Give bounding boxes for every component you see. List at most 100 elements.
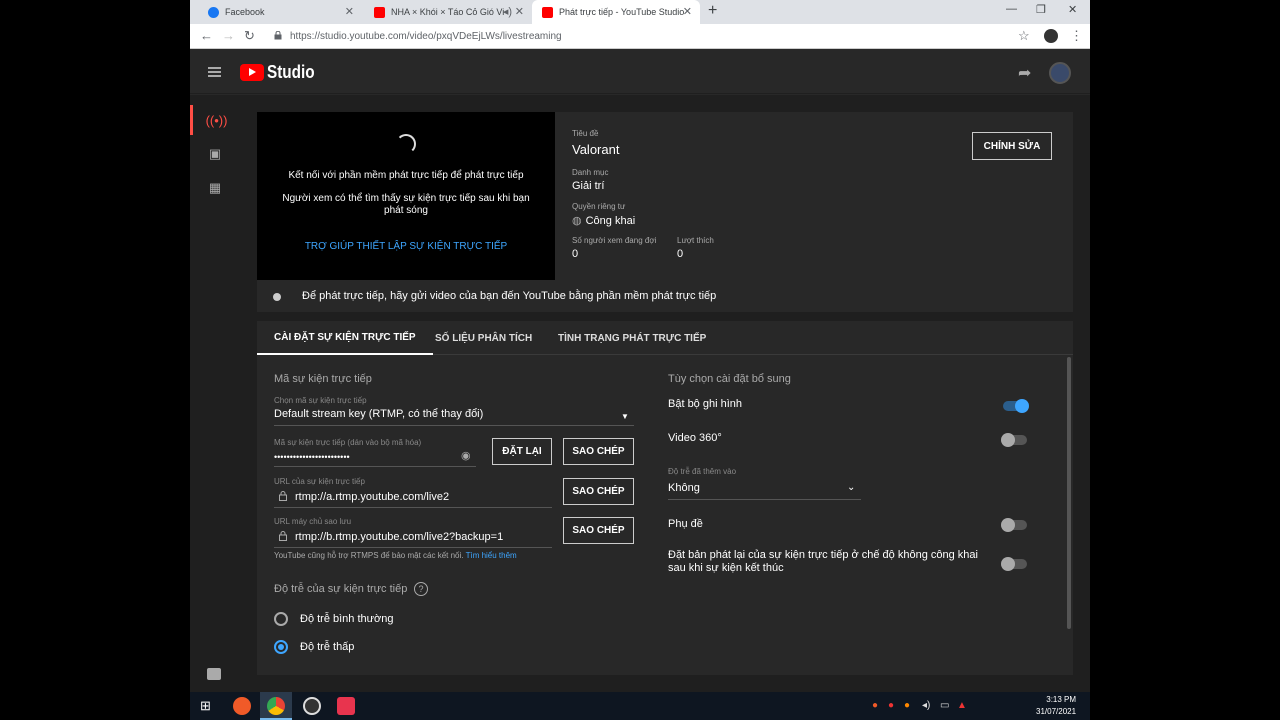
youtube-icon bbox=[374, 6, 385, 18]
browser-menu-icon[interactable]: ⋮ bbox=[1070, 28, 1083, 44]
new-tab-icon[interactable]: + bbox=[708, 2, 717, 20]
tab-stream-settings[interactable]: CÀI ĐẶT SỰ KIỆN TRỰC TIẾP bbox=[257, 321, 433, 355]
stream-url-input[interactable]: rtmp://a.rtmp.youtube.com/live2 bbox=[295, 491, 449, 503]
browser-tab-facebook[interactable]: Facebook ✕ bbox=[198, 0, 362, 24]
avatar[interactable] bbox=[1049, 62, 1071, 84]
copy-url-button[interactable]: SAO CHÉP bbox=[563, 478, 634, 505]
privacy-label: Quyền riêng tư bbox=[572, 202, 626, 211]
app-icon[interactable] bbox=[337, 697, 355, 715]
toggle-knob bbox=[1001, 557, 1015, 571]
studio-title: Studio bbox=[267, 62, 315, 82]
restore-icon[interactable]: ❐ bbox=[1036, 3, 1046, 16]
calendar-icon[interactable]: ▦ bbox=[190, 173, 240, 203]
help-icon[interactable]: ? bbox=[414, 582, 428, 596]
setup-help-link[interactable]: TRỢ GIÚP THIẾT LẬP SỰ KIỆN TRỰC TIẾP bbox=[257, 241, 555, 252]
stream-overview-card: Kết nối với phần mềm phát trực tiếp để p… bbox=[257, 112, 1073, 312]
normal-latency-label: Độ trễ bình thường bbox=[300, 613, 394, 625]
tab-analytics[interactable]: SỐ LIỆU PHÂN TÍCH bbox=[418, 321, 549, 355]
tray-app-icon[interactable]: ● bbox=[904, 700, 910, 711]
viewers-value: 0 bbox=[572, 248, 579, 260]
camera-icon[interactable]: ▣ bbox=[190, 139, 240, 169]
dvr-label: Bật bộ ghi hình bbox=[668, 398, 743, 410]
stream-key-input[interactable]: •••••••••••••••••••••••• bbox=[274, 452, 350, 462]
youtube-logo-icon[interactable] bbox=[240, 64, 264, 81]
privacy-value: Công khai bbox=[585, 215, 636, 227]
browser-tab-studio[interactable]: Phát trực tiếp - YouTube Studio ✕ bbox=[532, 0, 700, 24]
title-field: Tiêu đề Valorant bbox=[572, 129, 619, 157]
tray-app-icon[interactable]: ● bbox=[872, 700, 878, 711]
unlisted-replay-toggle[interactable] bbox=[1001, 557, 1027, 571]
delay-select[interactable]: Không bbox=[668, 482, 700, 494]
radio-low-latency[interactable] bbox=[274, 640, 288, 654]
status-text: Để phát trực tiếp, hãy gửi video của bạn… bbox=[302, 290, 717, 302]
status-dot-icon bbox=[273, 293, 281, 301]
chrome-icon[interactable] bbox=[267, 697, 285, 715]
toggle-knob bbox=[1001, 518, 1015, 532]
network-icon[interactable]: ▭ bbox=[940, 700, 949, 711]
reset-button[interactable]: ĐẶT LẠI bbox=[492, 438, 552, 465]
settings-tabs: CÀI ĐẶT SỰ KIỆN TRỰC TIẾP SỐ LIỆU PHÂN T… bbox=[257, 321, 1073, 355]
captions-toggle[interactable] bbox=[1001, 518, 1027, 532]
viewers-label: Số người xem đang đợi bbox=[572, 236, 657, 245]
copy-backup-url-button[interactable]: SAO CHÉP bbox=[563, 517, 634, 544]
browser-tab-music[interactable]: NHA × Khói × Táo Cỏ Gió Vi ◂) ✕ bbox=[364, 0, 532, 24]
left-rail: ((•)) ▣ ▦ bbox=[190, 95, 240, 695]
url-input[interactable]: https://studio.youtube.com/video/pxqVDeE… bbox=[290, 31, 562, 42]
window-close-icon[interactable]: ✕ bbox=[1068, 3, 1077, 16]
tray-app-icon[interactable]: ● bbox=[888, 700, 894, 711]
video360-label: Video 360° bbox=[668, 432, 722, 444]
title-label: Tiêu đề bbox=[572, 129, 599, 138]
feedback-icon[interactable] bbox=[207, 668, 221, 680]
category-label: Danh mục bbox=[572, 168, 609, 177]
likes-value: 0 bbox=[677, 248, 684, 260]
divider bbox=[274, 507, 552, 508]
forward-icon[interactable]: → bbox=[222, 28, 235, 43]
privacy-field: Quyền riêng tư ◍ Công khai bbox=[572, 202, 635, 227]
reload-icon[interactable]: ↻ bbox=[244, 28, 255, 44]
copy-key-button[interactable]: SAO CHÉP bbox=[563, 438, 634, 465]
stream-key-section-title: Mã sự kiện trực tiếp bbox=[274, 373, 372, 385]
bookmark-star-icon[interactable]: ☆ bbox=[1018, 28, 1030, 44]
share-icon[interactable]: ➦ bbox=[1018, 63, 1031, 83]
main-content: Kết nối với phần mềm phát trực tiếp để p… bbox=[240, 95, 1090, 695]
antivirus-icon[interactable]: ▲ bbox=[957, 700, 967, 711]
dropdown-arrow-icon[interactable]: ▼ bbox=[621, 412, 629, 421]
chevron-down-icon[interactable]: ⌄ bbox=[847, 482, 855, 493]
tab-stream-health[interactable]: TÌNH TRẠNG PHÁT TRỰC TIẾP bbox=[541, 321, 723, 355]
volume-icon[interactable]: ◂) bbox=[922, 700, 930, 711]
windows-start-icon[interactable]: ⊞ bbox=[200, 698, 211, 714]
backup-url-input[interactable]: rtmp://b.rtmp.youtube.com/live2?backup=1 bbox=[295, 531, 503, 543]
dvr-toggle[interactable] bbox=[1003, 399, 1029, 413]
taskbar-clock[interactable]: 3:13 PM 31/07/2021 bbox=[1036, 694, 1076, 718]
back-icon[interactable]: ← bbox=[200, 28, 213, 43]
radio-normal-latency[interactable] bbox=[274, 612, 288, 626]
title-value: Valorant bbox=[572, 142, 620, 157]
minimize-icon[interactable]: — bbox=[1006, 3, 1017, 15]
preview-message: Kết nối với phần mềm phát trực tiếp để p… bbox=[288, 170, 524, 181]
video360-toggle[interactable] bbox=[1001, 433, 1027, 447]
edit-button[interactable]: CHỈNH SỬA bbox=[972, 132, 1052, 160]
address-bar: ← → ↻ https://studio.youtube.com/video/p… bbox=[190, 24, 1090, 49]
unlisted-replay-label: Đặt bản phát lại của sự kiện trực tiếp ở… bbox=[668, 549, 978, 574]
tab-title: Phát trực tiếp - YouTube Studio bbox=[559, 7, 685, 17]
stream-key-select[interactable]: Default stream key (RTMP, có thể thay đổ… bbox=[274, 408, 483, 420]
delay-label: Độ trễ đã thêm vào bbox=[668, 467, 737, 476]
globe-icon: ◍ bbox=[572, 215, 582, 227]
hamburger-menu-icon[interactable] bbox=[208, 67, 221, 77]
close-tab-icon[interactable]: ✕ bbox=[683, 5, 692, 18]
close-tab-icon[interactable]: ✕ bbox=[515, 5, 524, 18]
category-field: Danh mục Giải trí bbox=[572, 168, 608, 192]
rtmps-note-text: YouTube cũng hỗ trợ RTMPS để bảo mật các… bbox=[274, 551, 464, 560]
coccoc-browser-icon[interactable] bbox=[233, 697, 251, 715]
scrollbar[interactable] bbox=[1067, 357, 1071, 629]
close-tab-icon[interactable]: ✕ bbox=[345, 5, 354, 18]
divider bbox=[668, 499, 861, 500]
visibility-off-icon[interactable]: ◉ bbox=[461, 449, 471, 462]
obs-icon[interactable] bbox=[303, 697, 321, 715]
windows-taskbar: ⊞ ● ● ● ◂) ▭ ▲ 3:13 PM 31/07/2021 bbox=[190, 692, 1090, 720]
studio-header: Studio ➦ bbox=[190, 50, 1090, 94]
learn-more-link[interactable]: Tìm hiểu thêm bbox=[466, 551, 517, 560]
live-stream-icon[interactable]: ((•)) bbox=[190, 105, 240, 135]
toggle-knob bbox=[1015, 399, 1029, 413]
profile-avatar-icon[interactable] bbox=[1044, 29, 1058, 43]
